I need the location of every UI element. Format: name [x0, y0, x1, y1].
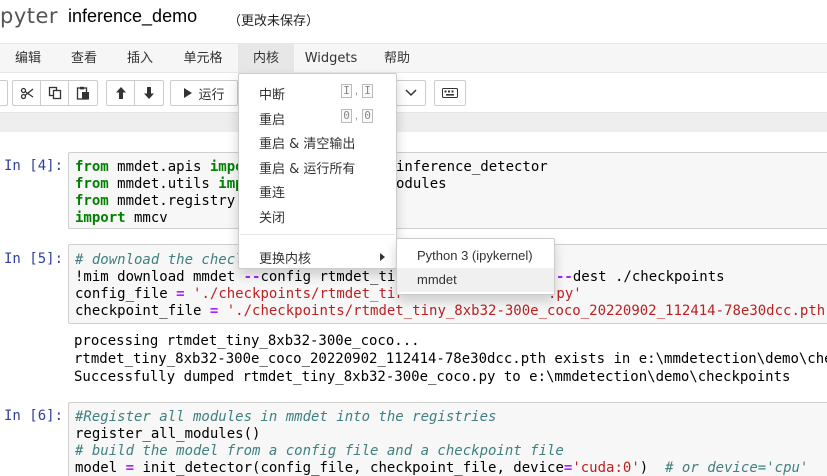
menu-item-restart[interactable]: 重启 [259, 109, 285, 128]
output-line: processing rtmdet_tiny_8xb32-300e_coco..… [74, 333, 420, 349]
menu-kernel[interactable]: 内核 [238, 44, 294, 73]
code-cell-4[interactable]: from mmdet.apis impo inference_detector … [68, 152, 827, 229]
chevron-down-icon [397, 81, 425, 105]
kernel-option-python3[interactable]: Python 3 (ipykernel) [397, 244, 554, 268]
toolbar-group-edit [12, 80, 98, 106]
code-line: --dest ./checkpoints [556, 269, 725, 285]
code-line: #Register all modules in mmdet into the … [75, 409, 497, 425]
shortcut-key: 0 [341, 109, 352, 123]
cell-prompt: In [4]: [4, 158, 64, 174]
notebook-container: In [4]: from mmdet.apis impo inference_d… [0, 132, 827, 476]
menu-widgets[interactable]: Widgets [294, 44, 368, 73]
cut-icon[interactable] [13, 81, 41, 105]
output-line: rtmdet_tiny_8xb32-300e_coco_20220902_112… [74, 351, 827, 367]
code-line: model = init_detector(config_file, check… [75, 460, 809, 476]
menu-item-shutdown[interactable]: 关闭 [259, 207, 285, 226]
shortcut-separator: , [355, 85, 359, 97]
code-line: # build the model from a config file and… [75, 443, 564, 459]
save-status: （更改未保存） [228, 14, 320, 29]
code-line: register_all_modules() [75, 426, 261, 442]
menu-item-change-kernel[interactable]: 更换内核 [259, 248, 311, 267]
code-line: checkpoint_file = './checkpoints/rtmdet_… [75, 303, 826, 319]
code-line: config_file = './checkpoints/rtmdet_tir [75, 286, 404, 302]
menu-cell[interactable]: 单元格 [168, 44, 238, 73]
menu-edit[interactable]: 编辑 [0, 44, 56, 73]
shortcut-key: I [341, 84, 352, 98]
toolbar-group-move [106, 80, 164, 106]
menu-insert[interactable]: 插入 [112, 44, 168, 73]
menu-item-restart-run-all[interactable]: 重启 & 运行所有 [259, 158, 355, 177]
code-line: import mmcv [75, 210, 168, 226]
run-icon [184, 88, 193, 98]
toolbar: 运行 [0, 74, 827, 112]
change-kernel-submenu: Python 3 (ipykernel) mmdet [396, 238, 555, 295]
notebook-header: pyter inference_demo （更改未保存） [0, 0, 827, 42]
code-line: !mim download mmdet --config rtmdet_tir [75, 269, 404, 285]
shortcut-separator: , [355, 110, 359, 122]
kernel-dropdown-menu: 中断 I , I 重启 0 , 0 重启 & 清空输出 重启 & 运行所有 重连… [238, 73, 397, 269]
toolbar-group-left [0, 80, 8, 106]
jupyter-logo[interactable]: pyter [0, 4, 58, 28]
toolbar-group-run: 运行 [170, 80, 238, 106]
fast-forward-icon[interactable] [0, 81, 7, 105]
output-line: Successfully dumped rtmdet_tiny_8xb32-30… [74, 369, 791, 385]
code-line: from mmdet.registry [75, 193, 236, 209]
move-up-icon[interactable] [107, 81, 135, 105]
cell-prompt: In [5]: [4, 251, 64, 267]
notebook-title[interactable]: inference_demo [68, 6, 197, 27]
menu-help[interactable]: 帮助 [368, 44, 426, 73]
run-button[interactable]: 运行 [171, 81, 237, 105]
keyboard-icon[interactable] [435, 81, 465, 105]
menu-view[interactable]: 查看 [56, 44, 112, 73]
menu-divider [240, 234, 395, 235]
toolbar-separator [0, 112, 827, 132]
paste-icon[interactable] [69, 81, 97, 105]
code-line: from mmdet.apis impo [75, 159, 244, 175]
menu-item-restart-clear[interactable]: 重启 & 清空输出 [259, 133, 355, 152]
shortcut-key: 0 [362, 109, 373, 123]
code-cell-6[interactable]: #Register all modules in mmdet into the … [68, 402, 827, 476]
menubar: 编辑 查看 插入 单元格 内核 Widgets 帮助 [0, 43, 827, 73]
cell-prompt: In [6]: [4, 408, 64, 424]
shortcut-key: I [362, 84, 373, 98]
move-down-icon[interactable] [135, 81, 163, 105]
run-button-label: 运行 [198, 87, 225, 103]
menu-item-reconnect[interactable]: 重连 [259, 182, 285, 201]
kernel-option-mmdet[interactable]: mmdet [397, 268, 554, 292]
code-line: from mmdet.utils imp [75, 176, 244, 192]
chevron-right-icon [380, 253, 385, 261]
code-line: inference_detector [396, 159, 548, 175]
copy-icon[interactable] [41, 81, 69, 105]
menu-item-interrupt[interactable]: 中断 [259, 84, 285, 103]
code-line: # download the checl [75, 252, 244, 268]
code-line: odules [396, 176, 447, 192]
toolbar-group-keyboard [434, 80, 466, 106]
cell-type-select[interactable] [396, 80, 426, 106]
